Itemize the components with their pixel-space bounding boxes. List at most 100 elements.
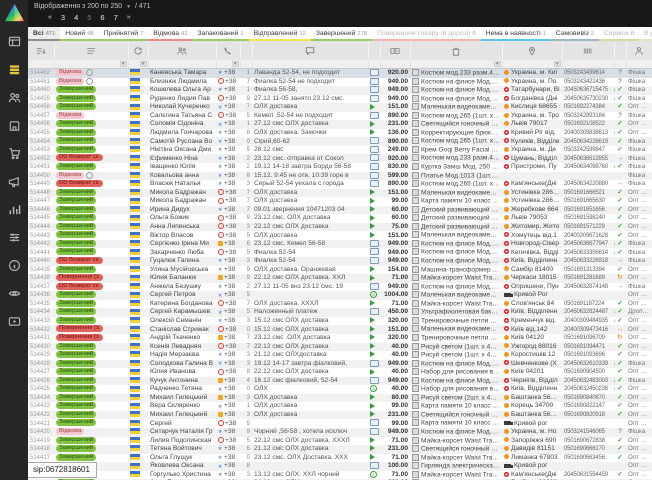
phone-cell[interactable]: +38 bbox=[216, 120, 240, 129]
order-row[interactable]: 514440 DD Возврат ск. Гуцалюк Галина +38… bbox=[28, 257, 652, 266]
order-row[interactable]: 514448 Завершений Микола Бадражан +38 7 … bbox=[28, 189, 652, 198]
phone-cell[interactable]: +38 bbox=[216, 385, 240, 394]
order-row[interactable]: 514456 Завершений Соломія Сідоніна +38 1… bbox=[28, 120, 652, 129]
order-row[interactable]: 514436 Завершений Сергей Петров +38 5 10… bbox=[28, 291, 652, 300]
status-tab[interactable]: В дорозі додому0 bbox=[639, 27, 652, 41]
order-row[interactable]: 514418 Завершений Тетяна Войтович +38 6 … bbox=[28, 445, 652, 454]
order-row[interactable]: 514417 Завершений Ольга Глущук +38 0 23.… bbox=[28, 454, 652, 463]
stats-icon[interactable] bbox=[5, 202, 23, 217]
order-row[interactable]: 514432 Повернення (з. Станіслав Стрижак … bbox=[28, 325, 652, 334]
order-row[interactable]: 514441 Завершений Захарченко Люба +38 5 … bbox=[28, 248, 652, 257]
phone-cell[interactable]: +38 bbox=[216, 419, 240, 428]
sliders-icon[interactable] bbox=[5, 230, 23, 245]
info-icon[interactable] bbox=[5, 258, 23, 273]
order-row[interactable]: 514450 Відмова Ковальова анна +38 8 15.1… bbox=[28, 172, 652, 181]
order-row[interactable]: 514430 Завершений Ксенія Левадняя +38 7 … bbox=[28, 343, 652, 352]
col-status-header[interactable] bbox=[54, 42, 128, 60]
order-row[interactable]: 514455 Завершений Людмила Гончарова +38 … bbox=[28, 129, 652, 138]
order-row[interactable]: 514447 Завершений Микола Бадражан +38 7 … bbox=[28, 197, 652, 206]
order-row[interactable]: 514425 Завершений Радченко Тетяна +38 0 … bbox=[28, 385, 652, 394]
page-number[interactable]: 5 bbox=[87, 12, 91, 24]
phone-cell[interactable]: +38 bbox=[216, 69, 240, 78]
order-row[interactable]: 514454 Завершений Самотій Руслана Во +38… bbox=[28, 137, 652, 146]
order-row[interactable]: 514428 Завершений Солодкова Галина В +38… bbox=[28, 360, 652, 369]
col-region-header[interactable] bbox=[502, 42, 562, 60]
phone-cell[interactable]: +38 bbox=[216, 308, 240, 317]
col-product-filter[interactable]: ▾ bbox=[410, 60, 502, 69]
phone-cell[interactable]: +38 bbox=[216, 283, 240, 292]
order-row[interactable]: 514434 Завершений Сергей Карамышев +38 5… bbox=[28, 308, 652, 317]
page-number[interactable]: 7 bbox=[114, 12, 118, 24]
support-icon[interactable] bbox=[5, 286, 23, 301]
col-phone-filter[interactable]: ▾ bbox=[216, 60, 240, 69]
page-number[interactable]: 6 bbox=[100, 12, 104, 24]
phone-cell[interactable]: +38 bbox=[216, 274, 240, 283]
phone-cell[interactable]: +38 bbox=[216, 411, 240, 420]
order-row[interactable]: 514453 Завершений Нікітіна Оксана Дми +3… bbox=[28, 146, 652, 155]
order-row[interactable]: 514427 Завершений Юлия Иванова +38 8 22.… bbox=[28, 368, 652, 377]
col-supplier-header[interactable] bbox=[626, 42, 652, 60]
order-row[interactable]: 514421 Завершений Сергей +38 5 99.00 Кар… bbox=[28, 419, 652, 428]
order-row[interactable]: 514423 Завершений Вера Скляренко +38 1 О… bbox=[28, 402, 652, 411]
order-row[interactable]: 514442 Завершений Сергієнко Ірина Ми +38… bbox=[28, 240, 652, 249]
phone-cell[interactable]: +38 bbox=[216, 231, 240, 240]
phone-cell[interactable]: +38 bbox=[216, 343, 240, 352]
filter-dropdown-icon[interactable]: ▾ bbox=[140, 61, 147, 67]
cart-icon[interactable] bbox=[5, 146, 23, 161]
status-tab[interactable]: Самовивіз2 bbox=[551, 27, 599, 41]
order-row[interactable]: 514439 Завершений Уляна Мусійовська +38 … bbox=[28, 266, 652, 275]
order-row[interactable]: 514460 Завершений Кошелева Ольга Ар +38 … bbox=[28, 86, 652, 95]
order-row[interactable]: 514459 Завершений Руденко Лидия Пав +38 … bbox=[28, 95, 652, 104]
phone-cell[interactable]: +38 bbox=[216, 402, 240, 411]
phone-cell[interactable]: +38 bbox=[216, 189, 240, 198]
page-size-caret-icon[interactable]: ▼ bbox=[126, 4, 131, 10]
order-row[interactable]: 514433 Завершений Олексій Семанін +38 3 … bbox=[28, 317, 652, 326]
phone-cell[interactable]: +38 bbox=[216, 206, 240, 215]
col-region-filter[interactable]: ▾ bbox=[502, 60, 562, 69]
phone-cell[interactable]: +38 bbox=[216, 103, 240, 112]
status-tab[interactable]: Відмова42 bbox=[148, 27, 192, 41]
page-number[interactable]: 4 bbox=[74, 12, 78, 24]
order-row[interactable]: 514457 Відмова Салєгина Татьяна С +38 5 … bbox=[28, 112, 652, 121]
order-row[interactable]: 514437 DD Возврат ск. Анжела Безушку +38… bbox=[28, 283, 652, 292]
col-name-header[interactable] bbox=[148, 42, 216, 60]
col-cnt-header[interactable] bbox=[240, 42, 252, 60]
phone-cell[interactable]: +38 bbox=[216, 197, 240, 206]
status-tab[interactable]: Відправлений12 bbox=[249, 27, 311, 41]
status-tab[interactable]: Всі471 bbox=[28, 27, 60, 41]
status-tab[interactable]: Прийнятий7 bbox=[99, 27, 149, 41]
status-tab[interactable]: Сервіси0 bbox=[599, 27, 639, 41]
phone-cell[interactable]: +38 bbox=[216, 394, 240, 403]
col-tracking-header[interactable] bbox=[562, 42, 614, 60]
filter-dropdown-icon[interactable]: ▾ bbox=[232, 61, 239, 67]
phone-cell[interactable]: +38 bbox=[216, 360, 240, 369]
status-tab[interactable]: Повернення товару (в дорозі)0 bbox=[372, 27, 481, 41]
col-flag-header[interactable] bbox=[128, 42, 148, 60]
filter-dropdown-icon[interactable]: ▾ bbox=[554, 61, 561, 67]
phone-cell[interactable]: +38 bbox=[216, 154, 240, 163]
status-tab[interactable]: Завершений278 bbox=[311, 27, 372, 41]
status-tab[interactable]: Нема в наявності1 bbox=[481, 27, 551, 41]
phone-cell[interactable]: +38 bbox=[216, 137, 240, 146]
order-row[interactable]: 514416 Завершений Яковлева Оксана +38 8 … bbox=[28, 462, 652, 471]
phone-cell[interactable]: +38 bbox=[216, 112, 240, 121]
status-tab[interactable]: Запакований1 bbox=[192, 27, 248, 41]
order-row[interactable]: 514461 Відмова Близнюк Людмила +38 7 Фиа… bbox=[28, 78, 652, 87]
order-row[interactable]: 514445 Завершений Ольга Божик +38 9 23.1… bbox=[28, 214, 652, 223]
order-row[interactable]: 514449 DD Возврат ск. Власюк Наталья +38… bbox=[28, 180, 652, 189]
phone-cell[interactable]: +38 bbox=[216, 223, 240, 232]
customers-icon[interactable] bbox=[5, 90, 23, 105]
phone-cell[interactable]: +38 bbox=[216, 240, 240, 249]
phone-cell[interactable]: +38 bbox=[216, 325, 240, 334]
phone-cell[interactable]: +38 bbox=[216, 172, 240, 181]
phone-cell[interactable]: +38 bbox=[216, 248, 240, 257]
order-row[interactable]: 514451 Завершений Іващенко Юлія +38 2 19… bbox=[28, 163, 652, 172]
phone-cell[interactable]: +38 bbox=[216, 300, 240, 309]
store-icon[interactable] bbox=[5, 118, 23, 133]
order-row[interactable]: 514422 Завершений Михаил Гилецький +38 3… bbox=[28, 411, 652, 420]
order-row[interactable]: 514446 Завершений Ирина Дидух +38 7 09.0… bbox=[28, 206, 652, 215]
phone-cell[interactable]: +38 bbox=[216, 257, 240, 266]
order-row[interactable]: 514431 Повернення (з. Андрій Ткаченко +3… bbox=[28, 334, 652, 343]
col-price-header[interactable] bbox=[380, 42, 410, 60]
order-row[interactable]: 514452 DD Возврат ск. Єфименко Ніна +38 … bbox=[28, 154, 652, 163]
